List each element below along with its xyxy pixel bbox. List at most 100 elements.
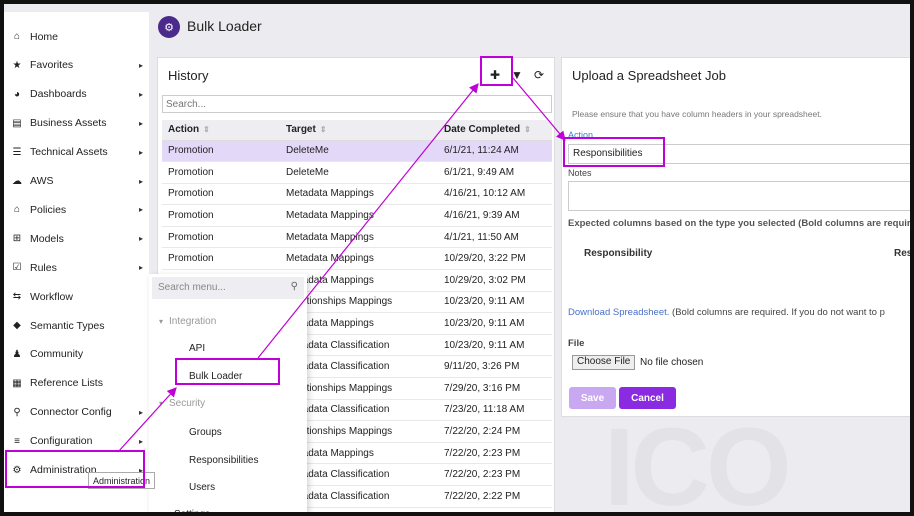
sort-icon: ⇕ [524, 125, 531, 135]
sidebar-item-label: Favorites [30, 59, 74, 72]
sidebar-item-rules[interactable]: ☑ Rules ▸ [4, 253, 149, 282]
notes-textarea[interactable] [568, 181, 910, 211]
submenu-group-integration[interactable]: ▾ Integration [159, 316, 216, 327]
home-icon: ⌂ [13, 31, 21, 42]
sidebar-item-label: Rules [30, 261, 57, 274]
sidebar-item-configuration[interactable]: ≡ Configuration ▸ [4, 427, 149, 456]
dashboard-icon: ◕ [13, 88, 21, 100]
database-icon: ☰ [12, 146, 22, 158]
table-cell: 4/1/21, 11:50 AM [438, 226, 552, 249]
sidebar-item-label: Technical Assets [30, 146, 108, 159]
column-header-label: Date Completed [444, 124, 521, 136]
submenu-item-bulk-loader[interactable]: Bulk Loader [189, 371, 242, 382]
sidebar-item-label: Administration [30, 464, 97, 476]
sidebar-item-label: AWS [30, 175, 54, 187]
sidebar-item-home[interactable]: ⌂ Home [4, 22, 149, 51]
bulk-loader-logo-icon: ⚙ [158, 16, 180, 38]
sidebar-item-label: Home [30, 30, 59, 43]
sidebar-item-policies[interactable]: ⌂ Policies ▸ [4, 195, 149, 224]
sidebar-item-aws[interactable]: ☁ AWS ▸ [4, 167, 149, 196]
sidebar-item-dashboards[interactable]: ◕ Dashboards ▸ [4, 80, 149, 109]
submenu-item-users[interactable]: Users [189, 482, 215, 493]
column-header[interactable]: Target ⇕ [280, 120, 438, 141]
book-icon: ▤ [12, 117, 22, 129]
sidebar-item-label: Business Assets [30, 117, 107, 130]
refresh-icon[interactable]: ⟳ [530, 66, 548, 84]
submenu-search-input[interactable]: Search menu... ⚲ [152, 277, 304, 299]
sitemap-icon: ⊞ [12, 233, 22, 245]
table-row[interactable]: Promotion Metadata Mappings 4/16/21, 10:12… [162, 183, 552, 206]
caret-down-icon: ▾ [159, 399, 164, 408]
table-row[interactable]: Promotion Metadata Mappings 4/1/21, 11:50 … [162, 226, 552, 249]
column-header[interactable]: Date Completed ⇕ [438, 120, 552, 141]
background-watermark: ICO [604, 406, 792, 512]
save-button[interactable]: Save [569, 387, 616, 409]
sliders-icon: ≡ [14, 435, 20, 447]
sidebar: ⌂ Home ★ Favorites ▸ ◕ Dashboards ▸ ▤ Business As… [4, 12, 149, 512]
column-header-responsibility: Responsibility [584, 248, 653, 259]
action-label: Action [568, 130, 594, 140]
sidebar-item-business-assets[interactable]: ▤ Business Assets ▸ [4, 109, 149, 138]
sidebar-item-label: Community [30, 348, 84, 361]
action-select[interactable]: Responsibilities [568, 144, 910, 164]
sidebar-item-favorites[interactable]: ★ Favorites ▸ [4, 51, 149, 80]
table-cell: DeleteMe [280, 140, 438, 163]
submenu-item-api[interactable]: API [189, 343, 205, 354]
download-spreadsheet-link[interactable]: Download Spreadsheet. [568, 307, 669, 318]
chevron-right-icon: ▸ [138, 89, 143, 99]
sidebar-item-label: Configuration [30, 435, 93, 448]
chevron-right-icon: ▸ [138, 176, 143, 186]
submenu-group-security[interactable]: ▾ Security [159, 398, 205, 409]
chevron-right-icon: ▸ [138, 147, 143, 157]
sidebar-item-workflow[interactable]: ⇆ Workflow [4, 282, 149, 311]
table-cell: 10/23/20, 9:11 AM [438, 334, 552, 357]
table-cell: Metadata Mappings [280, 204, 438, 227]
submenu-item-responsibilities[interactable]: Responsibilities [189, 455, 258, 466]
submenu-item-settings[interactable]: Settings [174, 509, 210, 512]
table-row[interactable]: Promotion Metadata Mappings 10/29/20, 3:22… [162, 247, 552, 271]
sidebar-item-models[interactable]: ⊞ Models ▸ [4, 224, 149, 253]
table-cell: 7/29/20, 3:16 PM [438, 377, 552, 400]
table-row[interactable]: Promotion Metadata Mappings 4/16/21, 9:39 … [162, 204, 552, 227]
star-icon: ★ [12, 59, 22, 71]
filter-icon[interactable]: ▼ [508, 66, 526, 84]
submenu-search-placeholder: Search menu... [158, 282, 226, 293]
table-row[interactable]: Promotion DeleteMe 6/1/21, 11:24 AM [162, 140, 552, 163]
table-cell: DeleteMe [280, 161, 438, 184]
chevron-right-icon: ▸ [138, 234, 143, 244]
search-icon: ⚲ [290, 281, 298, 292]
cloud-icon: ☁ [12, 175, 22, 187]
sidebar-item-reference-lists[interactable]: ▦ Reference Lists [4, 369, 149, 398]
gear-icon: ⚙ [12, 464, 22, 476]
sidebar-item-technical-assets[interactable]: ☰ Technical Assets ▸ [4, 138, 149, 167]
notes-label: Notes [568, 168, 592, 178]
table-cell: Promotion [162, 226, 280, 249]
no-file-text: No file chosen [640, 357, 704, 368]
chevron-right-icon: ▸ [138, 407, 143, 417]
history-search-input[interactable] [162, 95, 552, 113]
choose-file-button[interactable]: Choose File [572, 355, 636, 370]
column-header[interactable]: Action ⇕ [162, 120, 280, 141]
chevron-right-icon: ▸ [138, 60, 143, 70]
chevron-right-icon: ▸ [138, 436, 143, 446]
table-cell: 7/22/20, 2:23 PM [438, 463, 552, 486]
expected-columns-text: Expected columns based on the type you s… [568, 218, 910, 229]
table-cell: 6/1/21, 11:24 AM [438, 140, 552, 163]
chevron-right-icon: ▸ [138, 118, 143, 128]
add-icon[interactable]: ✚ [486, 66, 504, 84]
sidebar-item-connector-config[interactable]: ⚲ Connector Config ▸ [4, 398, 149, 427]
administration-submenu: Search menu... ⚲ ▾ Integration API Bulk Loa… [149, 274, 307, 512]
tag-icon: ◆ [13, 320, 21, 331]
table-row[interactable]: Promotion DeleteMe 6/1/21, 9:49 AM [162, 161, 552, 184]
caret-down-icon: ▾ [159, 317, 164, 326]
cancel-button[interactable]: Cancel [619, 387, 676, 409]
column-header-label: Target [286, 124, 316, 136]
sidebar-item-semantic-types[interactable]: ◆ Semantic Types [4, 311, 149, 340]
column-header-truncated: Res [894, 248, 910, 259]
sort-icon: ⇕ [203, 125, 210, 135]
users-icon: ♟ [12, 348, 22, 360]
table-cell: Promotion [162, 161, 280, 184]
table-cell: 4/16/21, 9:39 AM [438, 204, 552, 227]
submenu-item-groups[interactable]: Groups [189, 427, 222, 438]
sidebar-item-community[interactable]: ♟ Community [4, 340, 149, 369]
